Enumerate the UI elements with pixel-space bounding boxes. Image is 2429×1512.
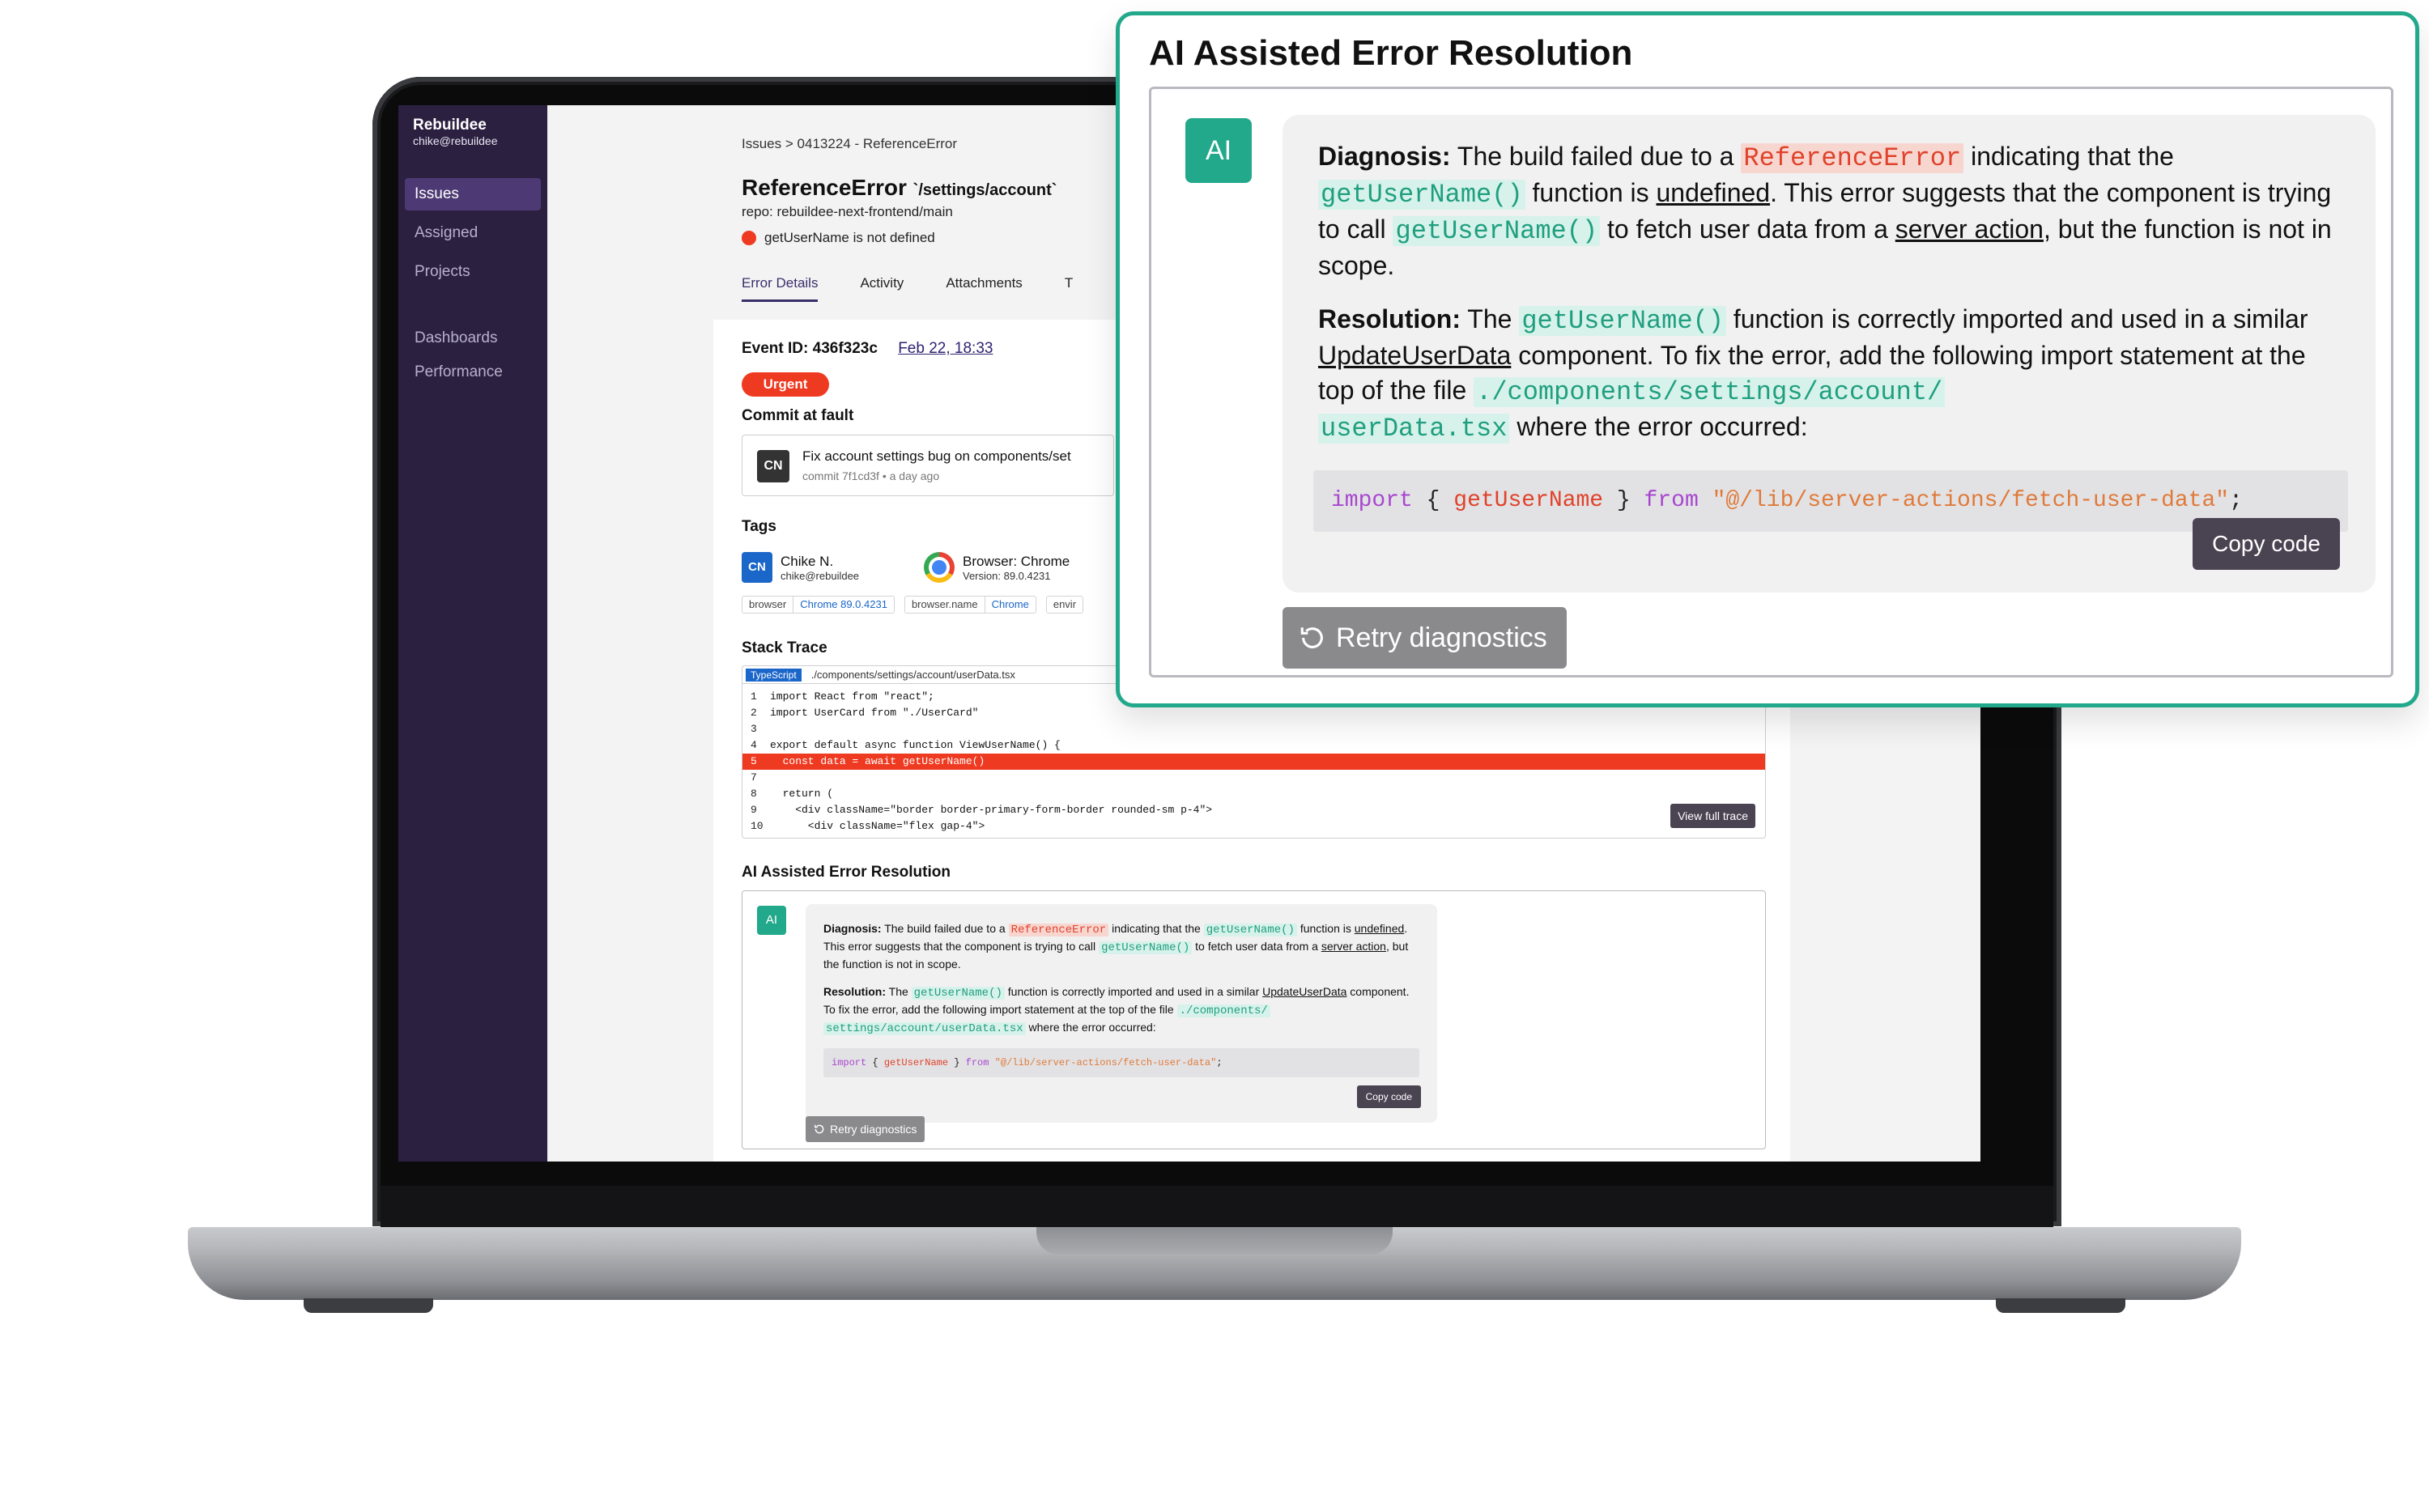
laptop-foot-right xyxy=(1996,1298,2125,1313)
laptop-notch xyxy=(1036,1227,1393,1255)
commit-meta: commit 7f1cd3f • a day ago xyxy=(802,469,940,482)
copy-code-button[interactable]: Copy code xyxy=(2193,518,2340,570)
ai-resolution-card: Diagnosis: The build failed due to a Ref… xyxy=(806,904,1437,1123)
breadcrumb-root[interactable]: Issues xyxy=(742,136,781,151)
tag-chip-key: browser.name xyxy=(911,598,978,610)
retry-icon xyxy=(1300,627,1323,648)
commit-section-label: Commit at fault xyxy=(742,407,854,424)
code-line: 10 <div className="flex gap-4"> xyxy=(751,820,985,832)
sidebar-item-performance[interactable]: Performance xyxy=(405,356,541,389)
tab-activity[interactable]: Activity xyxy=(860,275,904,302)
event-date-link[interactable]: Feb 22, 18:33 xyxy=(898,340,993,357)
error-message-text: getUserName is not defined xyxy=(764,230,935,245)
code-line: 3 xyxy=(751,723,757,735)
ai-section-label: AI Assisted Error Resolution xyxy=(742,864,951,881)
avatar: CN xyxy=(742,552,772,583)
stack-trace-file: ./components/settings/account/userData.t… xyxy=(810,669,1015,681)
org-name: Rebuildee xyxy=(413,117,487,134)
callout-title: AI Assisted Error Resolution xyxy=(1149,33,1633,73)
retry-diagnostics-label: Retry diagnostics xyxy=(1336,622,1547,653)
callout-panel: AI Diagnosis: The build failed due to a … xyxy=(1149,87,2393,677)
tag-chip-value: Chrome 89.0.4231 xyxy=(793,597,894,613)
ai-badge: AI xyxy=(757,906,786,935)
language-badge: TypeScript xyxy=(746,668,802,682)
tab-error-details[interactable]: Error Details xyxy=(742,275,819,302)
priority-badge: Urgent xyxy=(742,372,829,397)
tag-chip-key: browser xyxy=(749,598,787,610)
tag-user: CN Chike N. chike@rebuildee xyxy=(742,552,859,583)
sidebar-item-assigned[interactable]: Assigned xyxy=(405,217,541,249)
ai-diagnosis: Diagnosis: The build failed due to a Ref… xyxy=(1318,142,2332,280)
issue-error-message: getUserName is not defined xyxy=(742,230,935,246)
tag-browser-name: Browser: Chrome xyxy=(963,553,1070,569)
code-line: 2 import UserCard from "./UserCard" xyxy=(751,707,979,719)
sidebar: Rebuildee chike@rebuildee Issues Assigne… xyxy=(398,105,547,1162)
issue-title: ReferenceError `/settings/account` xyxy=(742,175,1057,201)
retry-diagnostics-button[interactable]: Retry diagnostics xyxy=(806,1116,925,1142)
tab-attachments[interactable]: Attachments xyxy=(946,275,1023,302)
tab-truncated[interactable]: T xyxy=(1065,275,1073,302)
ai-code-snippet: import { getUserName } from "@/lib/serve… xyxy=(823,1048,1419,1077)
breadcrumb: Issues > 0413224 - ReferenceError xyxy=(742,136,957,152)
laptop-chin xyxy=(381,1186,2053,1228)
retry-diagnostics-label: Retry diagnostics xyxy=(830,1123,917,1136)
issue-repo: repo: rebuildee-next-frontend/main xyxy=(742,204,953,219)
code-line: 4 export default async function ViewUserN… xyxy=(751,739,1061,751)
copy-code-button[interactable]: Copy code xyxy=(1356,1085,1421,1108)
commit-author-avatar: CN xyxy=(757,450,789,482)
tag-chip-value: Chrome xyxy=(984,597,1036,613)
code-line-highlighted: 5 const data = await getUserName() xyxy=(742,754,1765,770)
breadcrumb-separator: > xyxy=(785,136,793,151)
tags-section-label: Tags xyxy=(742,518,776,535)
ai-resolution: Resolution: The getUserName() function i… xyxy=(1318,304,2308,444)
ai-diagnosis: Diagnosis: The build failed due to a Ref… xyxy=(823,922,1409,970)
ai-resolution-card: Diagnosis: The build failed due to a Ref… xyxy=(1283,115,2376,592)
ai-resolution: Resolution: The getUserName() function i… xyxy=(823,985,1410,1035)
commit-card[interactable]: CN Fix account settings bug on component… xyxy=(742,435,1114,496)
breadcrumb-current: 0413224 - ReferenceError xyxy=(797,136,958,151)
tag-chip[interactable]: browser.name Chrome xyxy=(904,596,1036,614)
ai-badge: AI xyxy=(1185,118,1252,183)
error-status-dot xyxy=(742,231,756,245)
code-line: 9 <div className="border border-primary-… xyxy=(751,804,1213,816)
view-full-trace-button[interactable]: View full trace xyxy=(1670,804,1755,828)
ai-callout: AI Assisted Error Resolution AI Diagnosi… xyxy=(1116,11,2419,707)
sidebar-item-issues[interactable]: Issues xyxy=(405,178,541,210)
chrome-icon xyxy=(924,552,955,583)
sidebar-item-projects[interactable]: Projects xyxy=(405,256,541,288)
code-line: 7 xyxy=(751,771,757,784)
tag-browser-version: Version: 89.0.4231 xyxy=(963,569,1051,582)
retry-icon xyxy=(815,1124,824,1134)
tag-chip[interactable]: envir xyxy=(1045,596,1084,614)
laptop-foot-left xyxy=(304,1298,433,1313)
code-line: 8 return ( xyxy=(751,788,834,800)
issue-error-type: ReferenceError xyxy=(742,175,907,200)
commit-message: Fix account settings bug on components/s… xyxy=(802,448,1071,464)
retry-diagnostics-button[interactable]: Retry diagnostics xyxy=(1283,607,1567,669)
tag-chips: browser Chrome 89.0.4231 browser.name Ch… xyxy=(742,596,1084,614)
issue-tabs: Error Details Activity Attachments T xyxy=(742,275,1115,302)
tag-chip[interactable]: browser Chrome 89.0.4231 xyxy=(742,596,895,614)
tag-user-name: Chike N. xyxy=(781,553,834,569)
tag-browser: Browser: Chrome Version: 89.0.4231 xyxy=(924,552,1070,583)
sidebar-item-dashboards[interactable]: Dashboards xyxy=(405,322,541,355)
stack-trace-label: Stack Trace xyxy=(742,639,827,656)
event-id: Event ID: 436f323c Feb 22, 18:33 xyxy=(742,340,993,358)
ai-resolution-panel: AI Diagnosis: The build failed due to a … xyxy=(742,890,1766,1149)
issue-route: `/settings/account` xyxy=(912,181,1057,199)
event-id-label: Event ID: 436f323c xyxy=(742,340,878,357)
org-email: chike@rebuildee xyxy=(413,134,498,147)
tag-user-email: chike@rebuildee xyxy=(781,569,860,582)
tag-chip-key: envir xyxy=(1053,598,1077,610)
